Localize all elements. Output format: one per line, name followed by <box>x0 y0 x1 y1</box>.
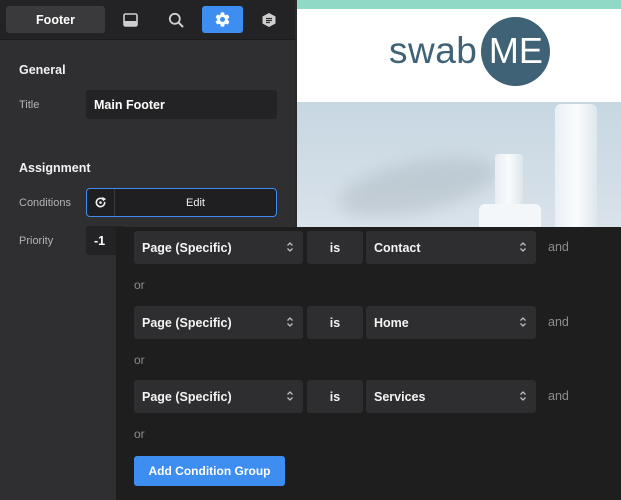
or-separator-1: or <box>134 278 145 292</box>
condition-type-select-3[interactable]: Page (Specific) <box>134 380 303 413</box>
conditions-reset-icon[interactable] <box>87 189 115 216</box>
condition-value: Services <box>374 389 426 404</box>
condition-type-select-2[interactable]: Page (Specific) <box>134 306 303 339</box>
and-button-2[interactable]: and <box>548 315 569 329</box>
condition-type-value: Page (Specific) <box>142 240 232 255</box>
conditions-label: Conditions <box>19 197 71 209</box>
priority-label: Priority <box>19 235 54 247</box>
conditions-edit-button[interactable]: Edit <box>115 189 276 216</box>
search-icon[interactable] <box>162 6 190 33</box>
select-chevron-icon <box>287 317 293 327</box>
or-separator-2: or <box>134 353 145 367</box>
title-label: Title <box>19 99 40 111</box>
gear-icon[interactable] <box>202 6 243 33</box>
condition-type-value: Page (Specific) <box>142 389 232 404</box>
add-condition-group-button[interactable]: Add Condition Group <box>134 456 285 486</box>
hero-shadow <box>333 145 501 229</box>
select-chevron-icon <box>520 317 526 327</box>
and-button-1[interactable]: and <box>548 240 569 254</box>
tab-footer[interactable]: Footer <box>6 6 105 33</box>
select-chevron-icon <box>520 391 526 401</box>
condition-type-select-1[interactable]: Page (Specific) <box>134 231 303 264</box>
condition-operator-3[interactable]: is <box>307 380 363 413</box>
preview-top-stripe <box>297 0 621 9</box>
condition-value-select-3[interactable]: Services <box>366 380 536 413</box>
layout-icon[interactable] <box>116 6 144 33</box>
condition-operator-2[interactable]: is <box>307 306 363 339</box>
condition-operator-1[interactable]: is <box>307 231 363 264</box>
logo-badge: ME <box>481 16 551 86</box>
condition-value-select-1[interactable]: Contact <box>366 231 536 264</box>
hero-tube-large <box>555 104 597 244</box>
conditions-popup: Page (Specific) is Contact and or Page (… <box>116 227 621 500</box>
general-heading: General <box>19 63 66 77</box>
panel-tabs: Footer <box>0 0 295 40</box>
or-separator-3: or <box>134 427 145 441</box>
select-chevron-icon <box>287 391 293 401</box>
logo-text: swab <box>389 30 478 71</box>
form-icon[interactable] <box>255 6 283 33</box>
hero-image <box>297 102 621 244</box>
condition-value-select-2[interactable]: Home <box>366 306 536 339</box>
condition-type-value: Page (Specific) <box>142 315 232 330</box>
condition-value: Home <box>374 315 409 330</box>
select-chevron-icon <box>520 242 526 252</box>
select-chevron-icon <box>287 242 293 252</box>
assignment-heading: Assignment <box>19 161 91 175</box>
conditions-field[interactable]: Edit <box>86 188 277 217</box>
and-button-3[interactable]: and <box>548 389 569 403</box>
condition-value: Contact <box>374 240 421 255</box>
title-input[interactable]: Main Footer <box>86 90 277 119</box>
brand-logo: swab ME <box>389 16 551 86</box>
